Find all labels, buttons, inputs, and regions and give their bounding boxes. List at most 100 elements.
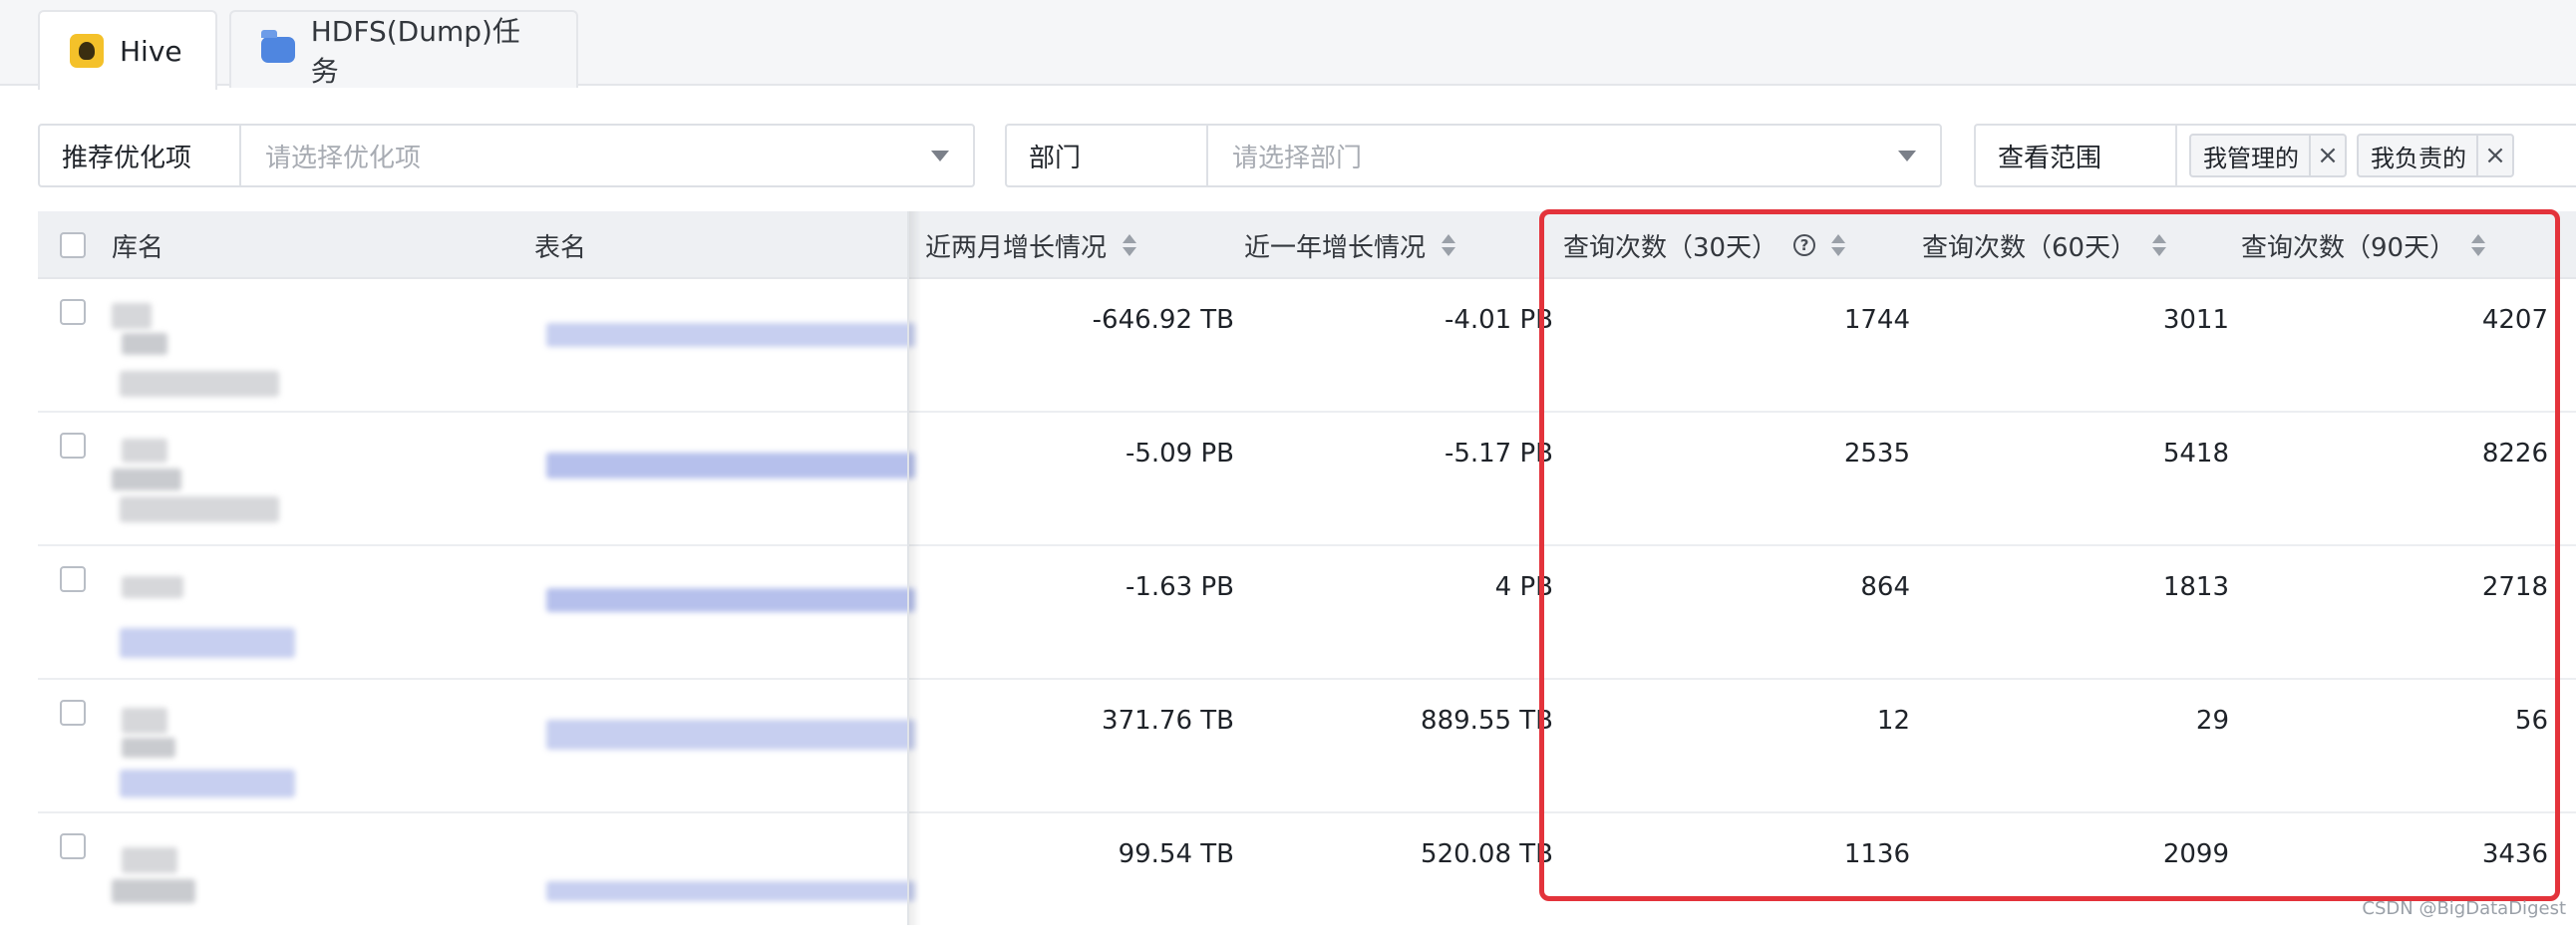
recommend-select[interactable]: 请选择优化项 bbox=[241, 126, 973, 185]
redacted-db-name bbox=[120, 371, 279, 397]
close-icon[interactable]: × bbox=[2476, 136, 2512, 175]
table-row[interactable]: -5.09 PB -5.17 PB 2535 5418 8226 bbox=[38, 413, 2576, 546]
col-growth-1y[interactable]: 近一年增长情况 bbox=[1244, 211, 1455, 279]
close-icon[interactable]: × bbox=[2309, 136, 2345, 175]
redacted-db-name bbox=[122, 333, 167, 355]
cell-growth-1y: 4 PB bbox=[1495, 572, 1553, 602]
scope-select[interactable]: 我管理的 × 我负责的 × bbox=[2177, 126, 2514, 185]
scope-filter-label: 查看范围 bbox=[1976, 126, 2177, 185]
redacted-table-name bbox=[546, 323, 915, 347]
cell-query-60d: 29 bbox=[2196, 706, 2229, 736]
tab-hdfs-dump[interactable]: HDFS(Dump)任务 bbox=[229, 10, 578, 88]
fixed-column-shadow bbox=[909, 211, 921, 925]
redacted-db-name bbox=[120, 628, 295, 658]
sort-icon[interactable] bbox=[1831, 234, 1845, 256]
col-growth-2m[interactable]: 近两月增长情况 bbox=[925, 211, 1136, 279]
department-filter: 部门 请选择部门 bbox=[1005, 124, 1942, 187]
row-checkbox[interactable] bbox=[60, 299, 86, 325]
cell-growth-1y: 889.55 TB bbox=[1421, 706, 1553, 736]
tab-hive[interactable]: Hive bbox=[38, 10, 217, 90]
cell-growth-1y: -4.01 PB bbox=[1445, 305, 1553, 335]
col-query-30d-label: 查询次数（30天） bbox=[1563, 227, 1777, 264]
cell-query-30d: 12 bbox=[1877, 706, 1910, 736]
redacted-db-name bbox=[122, 738, 175, 758]
caret-down-icon bbox=[931, 151, 949, 161]
col-growth-1y-label: 近一年增长情况 bbox=[1244, 227, 1426, 264]
data-table: 库名 表名 近两月增长情况 近一年增长情况 查询次数（30天） ? 查询次数（6… bbox=[38, 211, 2576, 925]
cell-query-60d: 1813 bbox=[2163, 572, 2229, 602]
col-query-60d-label: 查询次数（60天） bbox=[1922, 227, 2136, 264]
row-checkbox[interactable] bbox=[60, 566, 86, 592]
redacted-db-name bbox=[122, 847, 177, 873]
department-filter-label: 部门 bbox=[1007, 126, 1208, 185]
sort-icon[interactable] bbox=[2471, 234, 2485, 256]
cell-growth-2m: -646.92 TB bbox=[1093, 305, 1234, 335]
row-checkbox[interactable] bbox=[60, 700, 86, 726]
cell-query-90d: 2718 bbox=[2482, 572, 2548, 602]
redacted-table-name bbox=[546, 453, 915, 478]
recommend-filter: 推荐优化项 请选择优化项 bbox=[38, 124, 975, 187]
redacted-db-name bbox=[122, 439, 167, 463]
table-row[interactable]: -1.63 PB 4 PB 864 1813 2718 bbox=[38, 546, 2576, 680]
cell-growth-2m: -5.09 PB bbox=[1126, 439, 1234, 469]
cell-query-30d: 1136 bbox=[1844, 839, 1910, 869]
redacted-table-name bbox=[546, 881, 915, 901]
department-select[interactable]: 请选择部门 bbox=[1208, 126, 1940, 185]
cell-growth-2m: -1.63 PB bbox=[1126, 572, 1234, 602]
redacted-db-name bbox=[112, 469, 181, 490]
watermark-credit: CSDN @BigDataDigest bbox=[2362, 898, 2566, 919]
redacted-db-name bbox=[120, 496, 279, 522]
sort-icon[interactable] bbox=[2152, 234, 2166, 256]
select-all-checkbox[interactable] bbox=[60, 232, 86, 258]
tab-hdfs-label: HDFS(Dump)任务 bbox=[311, 10, 546, 90]
col-query-90d[interactable]: 查询次数（90天） bbox=[2241, 211, 2485, 279]
cell-query-60d: 5418 bbox=[2163, 439, 2229, 469]
col-query-90d-label: 查询次数（90天） bbox=[2241, 227, 2455, 264]
department-select-placeholder: 请选择部门 bbox=[1232, 138, 1362, 174]
redacted-table-name bbox=[546, 588, 915, 612]
cell-growth-2m: 371.76 TB bbox=[1102, 706, 1234, 736]
tab-bar: Hive HDFS(Dump)任务 bbox=[0, 0, 2576, 86]
cell-query-30d: 864 bbox=[1860, 572, 1910, 602]
cell-query-90d: 4207 bbox=[2482, 305, 2548, 335]
scope-tag-label: 我负责的 bbox=[2371, 139, 2476, 173]
sort-icon[interactable] bbox=[1123, 234, 1136, 256]
cell-query-90d: 3436 bbox=[2482, 839, 2548, 869]
cell-growth-1y: -5.17 PB bbox=[1445, 439, 1553, 469]
col-query-30d[interactable]: 查询次数（30天） ? bbox=[1563, 211, 1845, 279]
folder-icon bbox=[261, 37, 295, 63]
scope-tag-owned: 我负责的 × bbox=[2357, 134, 2514, 177]
col-query-60d[interactable]: 查询次数（60天） bbox=[1922, 211, 2166, 279]
col-db-name: 库名 bbox=[112, 211, 163, 279]
caret-down-icon bbox=[1898, 151, 1916, 161]
redacted-db-name bbox=[122, 576, 183, 598]
col-table-name: 表名 bbox=[534, 211, 586, 279]
cell-query-90d: 8226 bbox=[2482, 439, 2548, 469]
cell-growth-1y: 520.08 TB bbox=[1421, 839, 1553, 869]
recommend-filter-label: 推荐优化项 bbox=[40, 126, 241, 185]
cell-query-30d: 1744 bbox=[1844, 305, 1910, 335]
cell-query-60d: 2099 bbox=[2163, 839, 2229, 869]
recommend-select-placeholder: 请选择优化项 bbox=[265, 138, 421, 174]
scope-filter: 查看范围 我管理的 × 我负责的 × bbox=[1974, 124, 2576, 187]
redacted-db-name bbox=[120, 770, 295, 797]
scope-tag-label: 我管理的 bbox=[2203, 139, 2309, 173]
redacted-db-name bbox=[112, 879, 195, 903]
cell-query-90d: 56 bbox=[2515, 706, 2548, 736]
cell-query-60d: 3011 bbox=[2163, 305, 2229, 335]
scope-tag-managed: 我管理的 × bbox=[2189, 134, 2347, 177]
redacted-db-name bbox=[122, 708, 167, 734]
table-header: 库名 表名 近两月增长情况 近一年增长情况 查询次数（30天） ? 查询次数（6… bbox=[38, 211, 2576, 279]
hive-icon bbox=[70, 34, 104, 68]
cell-growth-2m: 99.54 TB bbox=[1119, 839, 1234, 869]
table-row[interactable]: 371.76 TB 889.55 TB 12 29 56 bbox=[38, 680, 2576, 813]
row-checkbox[interactable] bbox=[60, 433, 86, 459]
table-row[interactable]: 99.54 TB 520.08 TB 1136 2099 3436 bbox=[38, 813, 2576, 947]
redacted-db-name bbox=[112, 303, 152, 329]
row-checkbox[interactable] bbox=[60, 833, 86, 859]
col-growth-2m-label: 近两月增长情况 bbox=[925, 227, 1107, 264]
cell-query-30d: 2535 bbox=[1844, 439, 1910, 469]
help-icon[interactable]: ? bbox=[1793, 234, 1815, 256]
table-row[interactable]: -646.92 TB -4.01 PB 1744 3011 4207 bbox=[38, 279, 2576, 413]
sort-icon[interactable] bbox=[1442, 234, 1455, 256]
